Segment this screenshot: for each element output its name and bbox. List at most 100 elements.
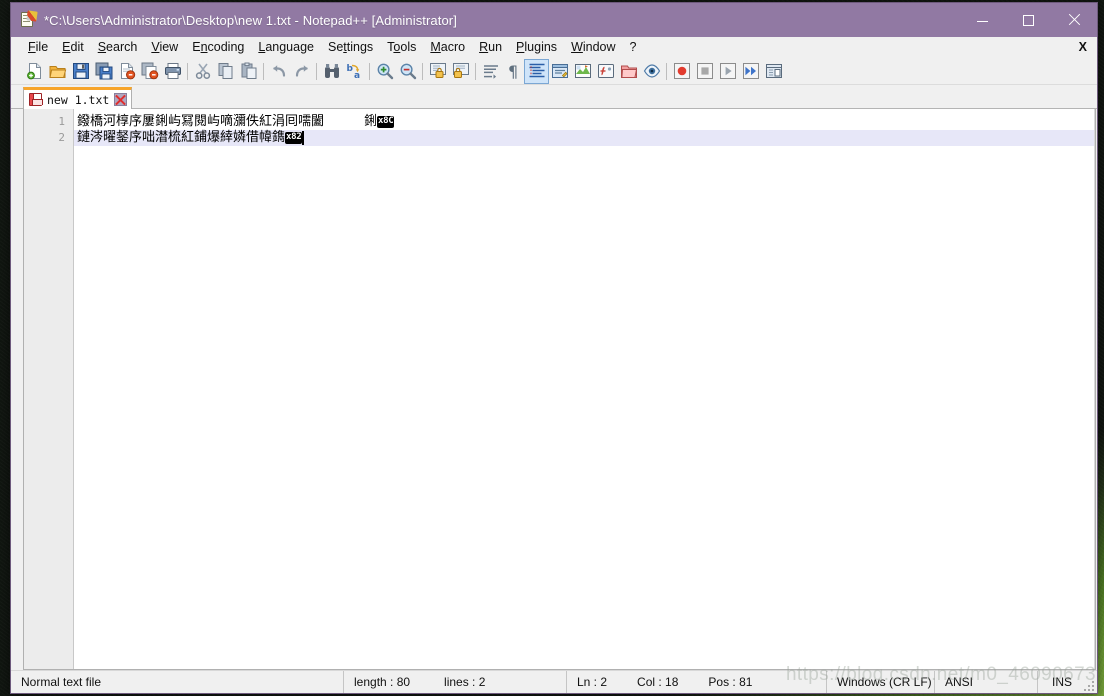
replace-button[interactable]: b a xyxy=(343,60,366,83)
tab-bar: new 1.txt xyxy=(11,85,1097,109)
toolbar: b a ¶ xyxy=(11,58,1097,85)
save-macro-icon xyxy=(765,64,782,78)
save-file-button[interactable] xyxy=(69,60,92,83)
editor-line-1[interactable]: 鏺橋河椁序屢鋓屿冩閱屿嘀瀰佚紅涓囘嚅闔 鋓 x8C xyxy=(74,114,1095,130)
maximize-button[interactable] xyxy=(1005,3,1051,37)
menu-search[interactable]: Search xyxy=(91,38,145,57)
notepad-plus-plus-icon xyxy=(20,10,38,28)
menu-macro[interactable]: Macro xyxy=(423,38,472,57)
resize-grip[interactable] xyxy=(1081,678,1094,691)
record-macro-button[interactable] xyxy=(670,60,693,83)
status-bar: Normal text file length : 80 lines : 2 L… xyxy=(11,670,1097,693)
vertical-scrollbar[interactable] xyxy=(1094,109,1095,669)
stop-recording-button[interactable] xyxy=(693,60,716,83)
title-bar[interactable]: *C:\Users\Administrator\Desktop\new 1.tx… xyxy=(11,3,1097,37)
word-wrap-button[interactable] xyxy=(479,60,502,83)
pilcrow-icon: ¶ xyxy=(508,62,518,80)
maximize-icon xyxy=(1022,14,1034,26)
window-title: *C:\Users\Administrator\Desktop\new 1.tx… xyxy=(44,12,457,28)
menu-run[interactable]: Run xyxy=(472,38,509,57)
minimize-icon xyxy=(976,20,988,22)
menu-encoding[interactable]: Encoding xyxy=(185,38,251,57)
playback-macro-button[interactable] xyxy=(716,60,739,83)
find-button[interactable] xyxy=(320,60,343,83)
toolbar-separator-7 xyxy=(663,62,670,80)
printer-icon xyxy=(164,63,181,79)
toolbar-separator-2 xyxy=(260,62,267,80)
editor-line-2[interactable]: 鏈涔曜錖序咄澘梳紅鋪爆緈嫾借幃鐫 x82 xyxy=(74,130,1095,146)
toolbar-separator-4 xyxy=(366,62,373,80)
run-macro-multiple-button[interactable] xyxy=(739,60,762,83)
word-wrap-icon xyxy=(483,65,498,79)
editor-area[interactable]: 1 2 鏺橋河椁序屢鋓屿冩閱屿嘀瀰佚紅涓囘嚅闔 鋓 x8C 鏈涔曜錖序咄澘梳紅鋪… xyxy=(23,109,1096,670)
menu-tools[interactable]: Tools xyxy=(380,38,423,57)
sync-vertical-scroll-button[interactable] xyxy=(426,60,449,83)
print-button[interactable] xyxy=(161,60,184,83)
redo-arrow-icon xyxy=(295,65,308,77)
menu-settings[interactable]: Settings xyxy=(321,38,380,57)
save-all-button[interactable] xyxy=(92,60,115,83)
document-map-button[interactable] xyxy=(571,60,594,83)
status-col: Col : 18 xyxy=(637,675,679,689)
text-caret xyxy=(302,131,305,145)
close-icon xyxy=(1068,14,1080,26)
menu-language[interactable]: Language xyxy=(251,38,321,57)
close-all-button[interactable] xyxy=(138,60,161,83)
line-1-text: 鏺橋河椁序屢鋓屿冩閱屿嘀瀰佚紅涓囘嚅闔 xyxy=(77,114,325,129)
menu-window[interactable]: Window xyxy=(564,38,622,57)
replace-icon: b a xyxy=(346,64,360,80)
menu-view[interactable]: View xyxy=(144,38,185,57)
sync-horizontal-scroll-button[interactable] xyxy=(449,60,472,83)
close-document-button[interactable]: X xyxy=(1079,40,1087,54)
status-encoding[interactable]: ANSI xyxy=(935,671,1038,693)
zoom-in-button[interactable] xyxy=(373,60,396,83)
show-all-characters-button[interactable]: ¶ xyxy=(502,60,525,83)
undo-arrow-icon xyxy=(272,65,285,77)
copy-icon xyxy=(218,63,232,79)
line-number: 2 xyxy=(58,131,65,144)
control-char-box: x82 xyxy=(285,132,303,144)
text-content[interactable]: 鏺橋河椁序屢鋓屿冩閱屿嘀瀰佚紅涓囘嚅闔 鋓 x8C 鏈涔曜錖序咄澘梳紅鋪爆緈嫾借… xyxy=(74,109,1095,669)
menu-plugins[interactable]: Plugins xyxy=(509,38,564,57)
eye-icon xyxy=(643,64,660,78)
zoom-in-icon xyxy=(377,63,393,80)
sync-vertical-scroll-icon xyxy=(429,63,446,78)
function-list-icon xyxy=(597,64,614,78)
line-1-text-tail: 鋓 xyxy=(364,114,378,129)
scissors-icon xyxy=(195,63,210,79)
status-eol-format[interactable]: Windows (CR LF) xyxy=(827,671,935,693)
user-defined-language-icon xyxy=(551,64,568,78)
monitoring-button[interactable] xyxy=(640,60,663,83)
copy-button[interactable] xyxy=(214,60,237,83)
tab-close-icon[interactable] xyxy=(114,93,128,106)
undo-button[interactable] xyxy=(267,60,290,83)
close-file-button[interactable] xyxy=(115,60,138,83)
close-button[interactable] xyxy=(1051,3,1097,37)
line-number-gutter: 1 2 xyxy=(24,109,74,669)
show-indent-guide-button[interactable] xyxy=(524,58,549,84)
tab-new-1-txt[interactable]: new 1.txt xyxy=(23,87,133,109)
status-length: length : 80 xyxy=(354,675,411,689)
zoom-out-icon xyxy=(400,63,416,80)
menu-help[interactable]: ? xyxy=(623,38,644,57)
save-current-macro-button[interactable] xyxy=(762,60,785,83)
minimize-button[interactable] xyxy=(959,3,1005,37)
new-file-button[interactable] xyxy=(23,60,46,83)
window-controls xyxy=(959,3,1097,37)
menu-edit[interactable]: Edit xyxy=(55,38,91,57)
open-file-button[interactable] xyxy=(46,60,69,83)
paste-button[interactable] xyxy=(237,60,260,83)
status-pos: Pos : 81 xyxy=(708,675,753,689)
redo-button[interactable] xyxy=(290,60,313,83)
zoom-out-button[interactable] xyxy=(396,60,419,83)
menu-file[interactable]: File xyxy=(21,38,55,57)
status-document-type: Normal text file xyxy=(11,671,344,693)
control-char-box: x8C xyxy=(377,116,395,128)
cut-button[interactable] xyxy=(191,60,214,83)
status-lines: lines : 2 xyxy=(444,675,486,689)
folder-as-workspace-button[interactable] xyxy=(617,60,640,83)
user-defined-dialog-button[interactable] xyxy=(548,60,571,83)
line-number: 1 xyxy=(58,115,65,128)
stop-square-icon xyxy=(696,63,713,79)
function-list-button[interactable] xyxy=(594,60,617,83)
